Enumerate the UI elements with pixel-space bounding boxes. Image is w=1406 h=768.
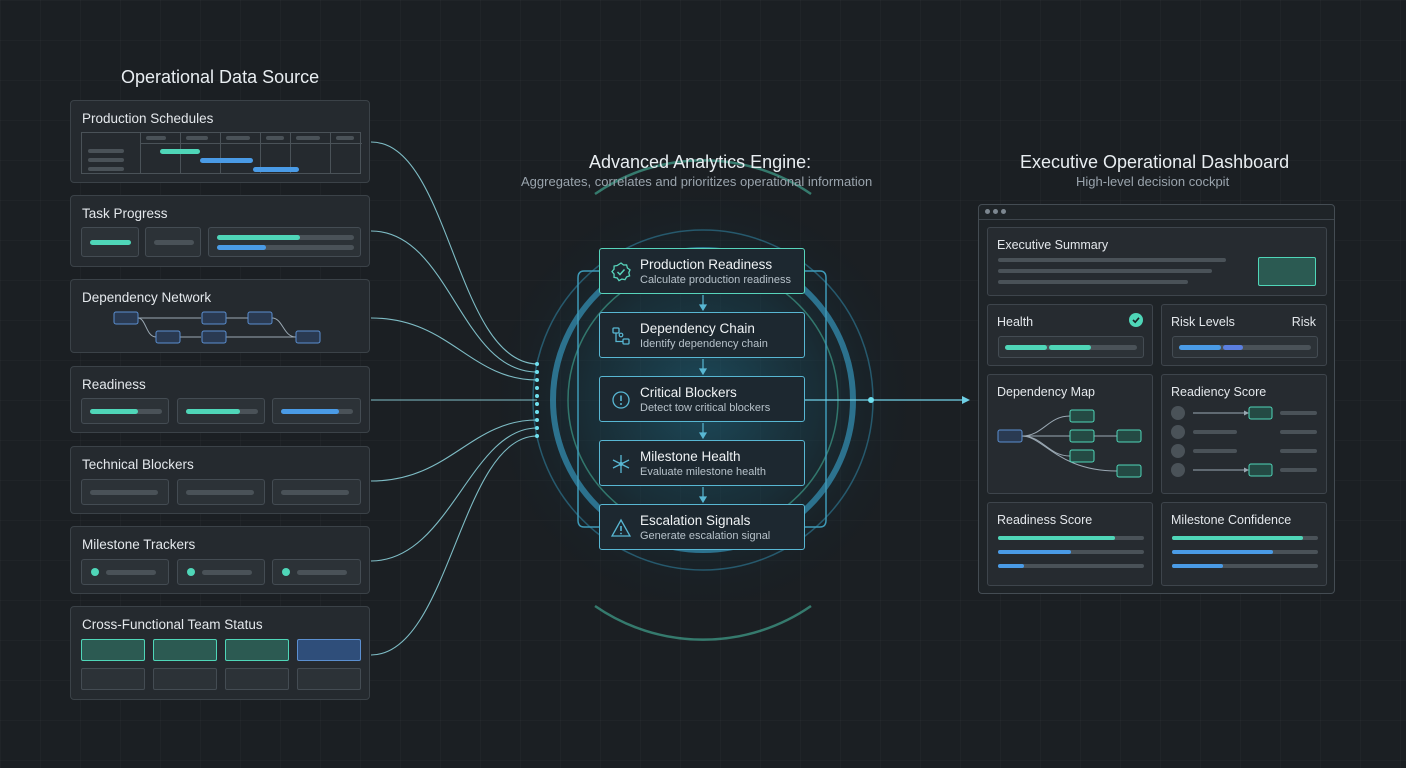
pulse-icon xyxy=(610,453,632,475)
card-dependency-map[interactable]: Dependency Map xyxy=(987,374,1153,494)
readiency-score-list xyxy=(1171,406,1317,477)
card-health[interactable]: Health xyxy=(987,304,1153,366)
step-title: Critical Blockers xyxy=(640,385,737,400)
confidence-bar-2 xyxy=(1172,550,1273,554)
card-risk-levels[interactable]: Risk Levels Risk xyxy=(1161,304,1327,366)
milestone-tile xyxy=(81,559,169,585)
card-title: Readiness Score xyxy=(997,513,1093,527)
card-production-schedules[interactable]: Production Schedules xyxy=(70,100,370,183)
card-readiency-score[interactable]: Readiency Score xyxy=(1161,374,1327,494)
card-title: Technical Blockers xyxy=(82,457,194,472)
progress-tile xyxy=(208,227,361,257)
dashboard-subheading: High-level decision cockpit xyxy=(1076,174,1230,189)
check-circle-icon xyxy=(1129,313,1143,327)
step-subtitle: Evaluate milestone health xyxy=(640,466,766,478)
health-bar xyxy=(998,336,1144,358)
team-status-cell xyxy=(153,668,217,690)
dependency-network-mini xyxy=(113,311,321,344)
card-task-progress[interactable]: Task Progress xyxy=(70,195,370,267)
blocker-tile xyxy=(177,479,265,505)
window-dot xyxy=(985,209,990,214)
alert-circle-icon xyxy=(610,389,632,411)
card-title: Readiness xyxy=(82,377,146,392)
milestone-tile xyxy=(272,559,361,585)
card-cross-functional-team-status[interactable]: Cross-Functional Team Status xyxy=(70,606,370,700)
step-subtitle: Generate escalation signal xyxy=(640,530,771,542)
card-milestone-trackers[interactable]: Milestone Trackers xyxy=(70,526,370,594)
step-title: Production Readiness xyxy=(640,257,773,272)
blocker-tile xyxy=(272,479,361,505)
readiness-bar-2 xyxy=(998,550,1071,554)
team-status-cell xyxy=(297,668,361,690)
card-technical-blockers[interactable]: Technical Blockers xyxy=(70,446,370,514)
team-status-cell xyxy=(81,668,145,690)
warning-triangle-icon xyxy=(610,517,632,539)
source-heading: Operational Data Source xyxy=(121,67,320,87)
readiness-tile xyxy=(272,398,361,424)
confidence-bar-1 xyxy=(1172,536,1303,540)
team-status-cell xyxy=(297,639,361,661)
badge-check-icon xyxy=(610,261,632,283)
card-title: Executive Summary xyxy=(997,238,1109,252)
step-critical-blockers[interactable]: Critical Blockers Detect tow critical bl… xyxy=(599,376,805,422)
readiness-bar-1 xyxy=(998,536,1115,540)
step-dependency-chain[interactable]: Dependency Chain Identify dependency cha… xyxy=(599,312,805,358)
team-status-cell xyxy=(225,639,289,661)
card-title: Milestone Confidence xyxy=(1171,513,1292,527)
step-milestone-health[interactable]: Milestone Health Evaluate milestone heal… xyxy=(599,440,805,486)
step-subtitle: Calculate production readiness xyxy=(640,274,792,286)
readiness-tile xyxy=(177,398,265,424)
card-title: Risk Levels xyxy=(1171,315,1235,329)
blocker-tile xyxy=(81,479,169,505)
risk-bar xyxy=(1172,336,1318,358)
team-status-cell xyxy=(81,639,145,661)
milestone-tile xyxy=(177,559,265,585)
step-production-readiness[interactable]: Production Readiness Calculate productio… xyxy=(599,248,805,294)
readiness-bar-3 xyxy=(998,564,1024,568)
engine-heading: Advanced Analytics Engine: xyxy=(589,152,812,172)
flow-icon xyxy=(610,325,632,347)
team-status-cell xyxy=(153,639,217,661)
card-readiness-score[interactable]: Readiness Score xyxy=(987,502,1153,586)
team-status-cell xyxy=(225,668,289,690)
step-title: Dependency Chain xyxy=(640,321,755,336)
readiness-tile xyxy=(81,398,169,424)
step-title: Escalation Signals xyxy=(640,513,751,528)
card-title: Task Progress xyxy=(82,206,168,221)
progress-tile xyxy=(145,227,201,257)
engine-arc-bottom xyxy=(594,604,812,641)
card-title: Milestone Trackers xyxy=(82,537,196,552)
card-readiness[interactable]: Readiness xyxy=(70,366,370,433)
summary-highlight xyxy=(1258,257,1316,286)
window-dot xyxy=(993,209,998,214)
step-escalation-signals[interactable]: Escalation Signals Generate escalation s… xyxy=(599,504,805,550)
card-title: Cross-Functional Team Status xyxy=(82,617,263,632)
dependency-map-graph xyxy=(997,409,1142,478)
risk-label: Risk xyxy=(1291,315,1316,329)
step-title: Milestone Health xyxy=(640,449,741,464)
card-executive-summary[interactable]: Executive Summary xyxy=(987,227,1327,296)
confidence-bar-3 xyxy=(1172,564,1223,568)
card-title: Production Schedules xyxy=(82,111,214,126)
dashboard-heading: Executive Operational Dashboard xyxy=(1020,152,1290,172)
window-dot xyxy=(1001,209,1006,214)
engine-subheading: Aggregates, correlates and prioritizes o… xyxy=(521,174,873,189)
step-subtitle: Detect tow critical blockers xyxy=(640,402,771,414)
card-milestone-confidence[interactable]: Milestone Confidence xyxy=(1161,502,1327,586)
progress-tile xyxy=(81,227,139,257)
card-dependency-network[interactable]: Dependency Network xyxy=(70,279,370,353)
gantt-chart-mini xyxy=(81,132,362,174)
step-subtitle: Identify dependency chain xyxy=(640,338,768,350)
card-title: Health xyxy=(997,315,1034,329)
